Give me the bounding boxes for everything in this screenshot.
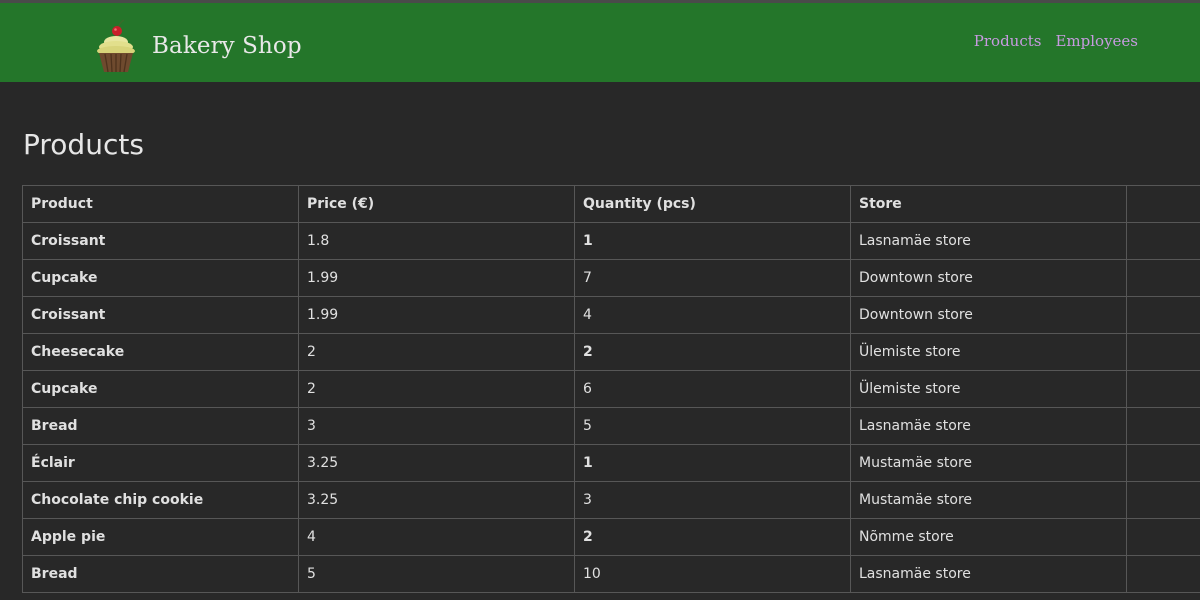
cell-quantity: 2	[574, 518, 851, 556]
column-header-actions	[1126, 185, 1200, 223]
cell-actions	[1126, 333, 1200, 371]
cell-product: Cupcake	[22, 259, 299, 297]
table-row: Bread 5 10 Lasnamäe store	[22, 555, 1200, 593]
cell-quantity: 3	[574, 481, 851, 519]
cell-quantity: 6	[574, 370, 851, 408]
cell-store: Ülemiste store	[850, 333, 1127, 371]
cell-quantity: 1	[574, 444, 851, 482]
cell-store: Nõmme store	[850, 518, 1127, 556]
brand-title: Bakery Shop	[152, 33, 302, 59]
table-header-row: Product Price (€) Quantity (pcs) Store	[22, 185, 1200, 223]
brand-link[interactable]: Bakery Shop	[96, 17, 302, 75]
nav-link-products[interactable]: Products	[974, 32, 1042, 50]
cell-price: 1.99	[298, 259, 575, 297]
cell-actions	[1126, 555, 1200, 593]
cell-actions	[1126, 259, 1200, 297]
cell-price: 2	[298, 333, 575, 371]
cell-quantity: 10	[574, 555, 851, 593]
table-row: Chocolate chip cookie 3.25 3 Mustamäe st…	[22, 481, 1200, 519]
cell-actions	[1126, 370, 1200, 408]
cell-product: Chocolate chip cookie	[22, 481, 299, 519]
cell-product: Croissant	[22, 296, 299, 334]
cell-store: Mustamäe store	[850, 444, 1127, 482]
cell-price: 1.8	[298, 222, 575, 260]
cell-actions	[1126, 481, 1200, 519]
table-row: Croissant 1.99 4 Downtown store	[22, 296, 1200, 334]
cell-product: Croissant	[22, 222, 299, 260]
page-title: Products	[23, 128, 144, 161]
column-header-store: Store	[850, 185, 1127, 223]
cell-price: 3.25	[298, 481, 575, 519]
cell-product: Apple pie	[22, 518, 299, 556]
cell-actions	[1126, 222, 1200, 260]
cell-price: 3	[298, 407, 575, 445]
cell-store: Ülemiste store	[850, 370, 1127, 408]
table-row: Apple pie 4 2 Nõmme store	[22, 518, 1200, 556]
cell-quantity: 1	[574, 222, 851, 260]
table-row: Cheesecake 2 2 Ülemiste store	[22, 333, 1200, 371]
cell-actions	[1126, 518, 1200, 556]
table-row: Cupcake 1.99 7 Downtown store	[22, 259, 1200, 297]
cell-product: Cupcake	[22, 370, 299, 408]
cell-price: 2	[298, 370, 575, 408]
column-header-product: Product	[22, 185, 299, 223]
cell-quantity: 2	[574, 333, 851, 371]
cell-store: Lasnamäe store	[850, 555, 1127, 593]
navbar: Bakery Shop Products Employees	[0, 3, 1200, 82]
table-row: Éclair 3.25 1 Mustamäe store	[22, 444, 1200, 482]
cell-actions	[1126, 444, 1200, 482]
table-row: Bread 3 5 Lasnamäe store	[22, 407, 1200, 445]
cell-store: Downtown store	[850, 296, 1127, 334]
cell-quantity: 7	[574, 259, 851, 297]
cupcake-icon	[96, 18, 136, 74]
cell-price: 4	[298, 518, 575, 556]
cell-actions	[1126, 296, 1200, 334]
table-row: Cupcake 2 6 Ülemiste store	[22, 370, 1200, 408]
cell-store: Downtown store	[850, 259, 1127, 297]
cell-quantity: 4	[574, 296, 851, 334]
cell-quantity: 5	[574, 407, 851, 445]
cell-store: Mustamäe store	[850, 481, 1127, 519]
cell-price: 3.25	[298, 444, 575, 482]
cell-product: Bread	[22, 555, 299, 593]
column-header-price: Price (€)	[298, 185, 575, 223]
cell-store: Lasnamäe store	[850, 222, 1127, 260]
cell-actions	[1126, 407, 1200, 445]
nav-links: Products Employees	[974, 32, 1138, 50]
cell-product: Bread	[22, 407, 299, 445]
cell-product: Éclair	[22, 444, 299, 482]
cell-price: 5	[298, 555, 575, 593]
cell-price: 1.99	[298, 296, 575, 334]
table-row: Croissant 1.8 1 Lasnamäe store	[22, 222, 1200, 260]
column-header-quantity: Quantity (pcs)	[574, 185, 851, 223]
cell-store: Lasnamäe store	[850, 407, 1127, 445]
products-table: Product Price (€) Quantity (pcs) Store C…	[22, 185, 1200, 593]
cell-product: Cheesecake	[22, 333, 299, 371]
nav-link-employees[interactable]: Employees	[1055, 32, 1138, 50]
